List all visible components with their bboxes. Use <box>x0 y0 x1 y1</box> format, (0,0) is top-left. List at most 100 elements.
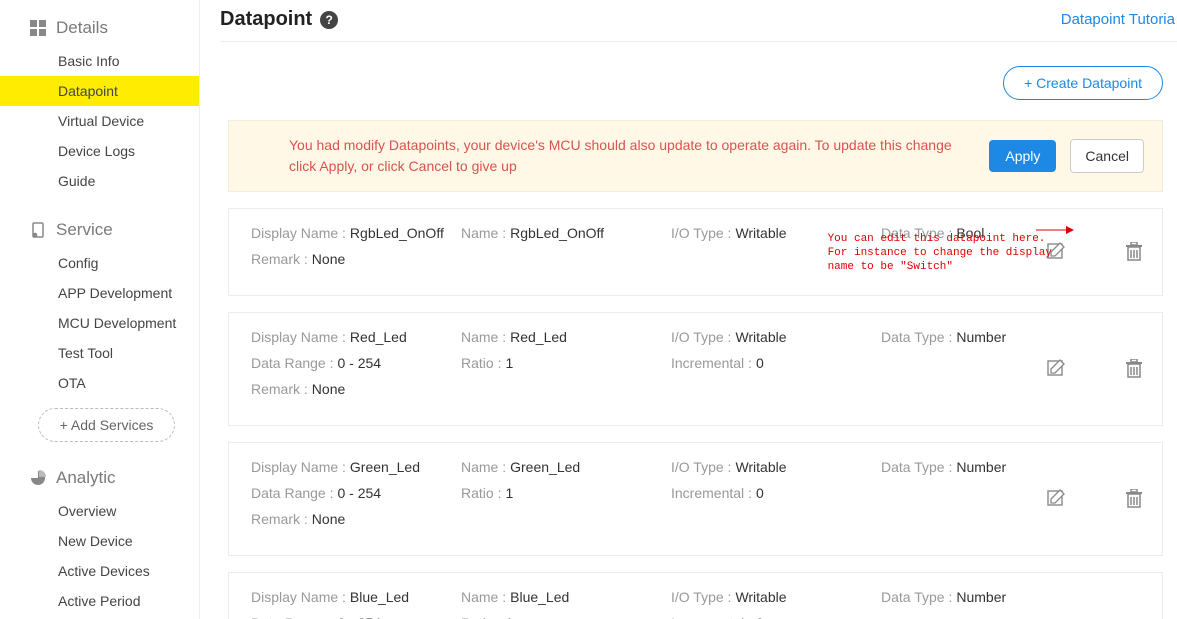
sidebar-item-datapoint[interactable]: Datapoint <box>0 76 199 106</box>
datapoint-card: Display Name : RgbLed_OnOffName : RgbLed… <box>228 208 1163 296</box>
dp-data-type-label: Data Type : <box>881 225 952 241</box>
sidebar-item-ota[interactable]: OTA <box>0 368 199 398</box>
tutorial-link[interactable]: Datapoint Tutoria <box>1061 11 1175 28</box>
analytic-icon <box>30 470 46 486</box>
datapoint-actions <box>1046 359 1144 379</box>
dp-ratio-value: 1 <box>505 485 513 501</box>
datapoint-list: Display Name : RgbLed_OnOffName : RgbLed… <box>228 208 1163 619</box>
details-icon <box>30 20 46 36</box>
dp-data-range-value: 0 - 254 <box>338 615 382 619</box>
sidebar-item-active-period[interactable]: Active Period <box>0 586 199 616</box>
dp-name-label: Name : <box>461 329 506 345</box>
dp-display-name: Display Name : Green_Led <box>251 459 461 475</box>
dp-name-label: Name : <box>461 459 506 475</box>
dp-incremental: Incremental : 0 <box>671 485 881 501</box>
dp-ratio-value: 1 <box>505 355 513 371</box>
dp-incremental-label: Incremental : <box>671 615 752 619</box>
dp-io-type-label: I/O Type : <box>671 225 731 241</box>
sidebar-item-active-devices[interactable]: Active Devices <box>0 556 199 586</box>
sidebar-item-new-device[interactable]: New Device <box>0 526 199 556</box>
dp-display-name-label: Display Name : <box>251 459 346 475</box>
dp-remark-value: None <box>312 251 345 267</box>
dp-incremental: Incremental : 0 <box>671 355 881 371</box>
section-header-service: Service <box>0 212 199 248</box>
dp-io-type-label: I/O Type : <box>671 589 731 605</box>
trash-icon[interactable] <box>1124 242 1144 262</box>
dp-name: Name : RgbLed_OnOff <box>461 225 671 241</box>
page-title: Datapoint ? <box>220 8 338 31</box>
dp-io-type: I/O Type : Writable <box>671 225 881 241</box>
trash-icon[interactable] <box>1124 359 1144 379</box>
create-row: + Create Datapoint <box>220 42 1177 120</box>
dp-name-value: Green_Led <box>510 459 580 475</box>
help-icon[interactable]: ? <box>320 11 338 29</box>
page-header: Datapoint ? Datapoint Tutoria <box>220 8 1177 42</box>
dp-io-type-value: Writable <box>735 459 786 475</box>
dp-name-value: Red_Led <box>510 329 567 345</box>
dp-name-label: Name : <box>461 225 506 241</box>
alert-text: You had modify Datapoints, your device's… <box>247 135 975 177</box>
dp-display-name: Display Name : Blue_Led <box>251 589 461 605</box>
dp-io-type-label: I/O Type : <box>671 459 731 475</box>
details-items: Basic Info Datapoint Virtual Device Devi… <box>0 46 199 196</box>
dp-remark-value: None <box>312 511 345 527</box>
trash-icon[interactable] <box>1124 489 1144 509</box>
dp-display-name-value: Green_Led <box>350 459 420 475</box>
analytic-items: Overview New Device Active Devices Activ… <box>0 496 199 616</box>
sidebar-item-virtual-device[interactable]: Virtual Device <box>0 106 199 136</box>
dp-data-type-value: Bool <box>956 225 984 241</box>
dp-display-name-label: Display Name : <box>251 225 346 241</box>
sidebar-item-overview[interactable]: Overview <box>0 496 199 526</box>
dp-display-name-value: Red_Led <box>350 329 407 345</box>
datapoint-actions <box>1046 489 1144 509</box>
dp-display-name-label: Display Name : <box>251 329 346 345</box>
dp-data-type: Data Type : Number <box>881 589 1091 605</box>
dp-data-range-value: 0 - 254 <box>338 485 382 501</box>
dp-incremental-value: 0 <box>756 615 764 619</box>
service-icon <box>30 222 46 238</box>
dp-io-type: I/O Type : Writable <box>671 589 881 605</box>
edit-icon[interactable] <box>1046 489 1066 509</box>
dp-remark-label: Remark : <box>251 251 308 267</box>
datapoint-card: Display Name : Blue_LedName : Blue_LedI/… <box>228 572 1163 619</box>
datapoint-card: Display Name : Red_LedName : Red_LedI/O … <box>228 312 1163 426</box>
add-services-button[interactable]: + Add Services <box>38 408 175 442</box>
sidebar-item-device-logs[interactable]: Device Logs <box>0 136 199 166</box>
dp-data-range: Data Range : 0 - 254 <box>251 355 461 371</box>
section-header-details: Details <box>0 10 199 46</box>
datapoint-card: Display Name : Green_LedName : Green_Led… <box>228 442 1163 556</box>
dp-data-range-label: Data Range : <box>251 615 334 619</box>
sidebar: Details Basic Info Datapoint Virtual Dev… <box>0 0 200 619</box>
dp-ratio: Ratio : 1 <box>461 355 671 371</box>
cancel-button[interactable]: Cancel <box>1070 139 1144 173</box>
dp-io-type-value: Writable <box>735 589 786 605</box>
dp-display-name-label: Display Name : <box>251 589 346 605</box>
section-title-details: Details <box>56 18 108 38</box>
sidebar-item-guide[interactable]: Guide <box>0 166 199 196</box>
dp-name-value: RgbLed_OnOff <box>510 225 604 241</box>
dp-data-range: Data Range : 0 - 254 <box>251 485 461 501</box>
edit-icon[interactable] <box>1046 242 1066 262</box>
sidebar-item-app-development[interactable]: APP Development <box>0 278 199 308</box>
apply-button[interactable]: Apply <box>989 140 1056 172</box>
sidebar-item-basic-info[interactable]: Basic Info <box>0 46 199 76</box>
dp-remark-value: None <box>312 381 345 397</box>
dp-data-type: Data Type : Number <box>881 329 1091 345</box>
dp-io-type-value: Writable <box>735 225 786 241</box>
dp-io-type-value: Writable <box>735 329 786 345</box>
dp-display-name: Display Name : Red_Led <box>251 329 461 345</box>
section-header-analytic: Analytic <box>0 460 199 496</box>
edit-icon[interactable] <box>1046 359 1066 379</box>
sidebar-item-mcu-development[interactable]: MCU Development <box>0 308 199 338</box>
dp-ratio-label: Ratio : <box>461 615 501 619</box>
create-datapoint-button[interactable]: + Create Datapoint <box>1003 66 1163 100</box>
dp-data-type-label: Data Type : <box>881 459 952 475</box>
sidebar-item-config[interactable]: Config <box>0 248 199 278</box>
sidebar-item-test-tool[interactable]: Test Tool <box>0 338 199 368</box>
dp-remark-label: Remark : <box>251 381 308 397</box>
dp-display-name: Display Name : RgbLed_OnOff <box>251 225 461 241</box>
dp-remark: Remark : None <box>251 251 461 267</box>
dp-data-range-label: Data Range : <box>251 485 334 501</box>
dp-name: Name : Blue_Led <box>461 589 671 605</box>
dp-incremental-label: Incremental : <box>671 355 752 371</box>
